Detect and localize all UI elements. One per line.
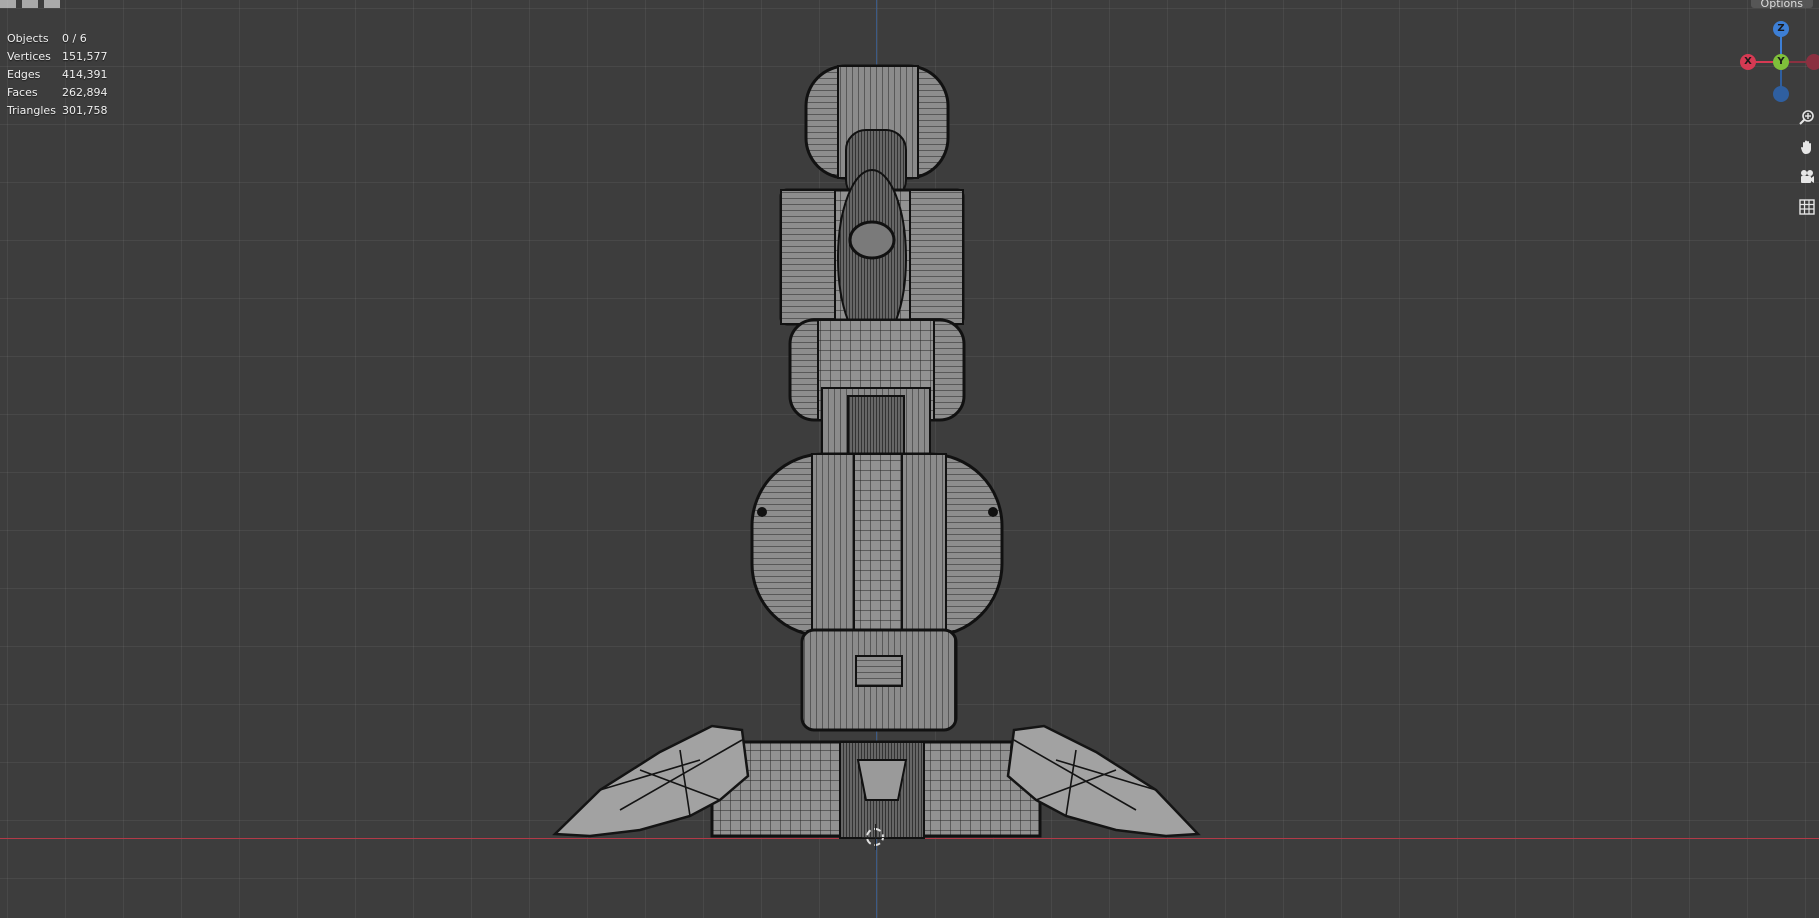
select-subtract-icon[interactable] xyxy=(44,0,60,8)
stat-row-faces: Faces 262,894 xyxy=(7,85,108,103)
3d-cursor[interactable] xyxy=(862,824,888,850)
stat-row-vertices: Vertices 151,577 xyxy=(7,49,108,67)
gizmo-neg-z-axis[interactable] xyxy=(1773,86,1789,102)
grid-perspective-icon[interactable] xyxy=(1796,196,1818,218)
stat-value: 151,577 xyxy=(62,50,108,63)
gizmo-neg-x-axis[interactable] xyxy=(1806,54,1819,70)
stat-label: Edges xyxy=(7,68,41,81)
camera-icon[interactable] xyxy=(1796,166,1818,188)
stat-row-objects: Objects 0 / 6 xyxy=(7,31,108,49)
stat-value: 301,758 xyxy=(62,104,108,117)
pan-hand-icon[interactable] xyxy=(1796,136,1818,158)
stat-row-triangles: Triangles 301,758 xyxy=(7,103,108,121)
stat-label: Triangles xyxy=(7,104,56,117)
zoom-icon[interactable] xyxy=(1796,106,1818,128)
stat-value: 414,391 xyxy=(62,68,108,81)
stat-label: Objects xyxy=(7,32,49,45)
stat-label: Vertices xyxy=(7,50,51,63)
gizmo-x-axis[interactable]: X xyxy=(1740,54,1756,70)
navigation-gizmo[interactable]: Z Y X xyxy=(1738,18,1819,108)
stat-value: 262,894 xyxy=(62,86,108,99)
stat-value: 0 / 6 xyxy=(62,32,87,45)
3d-viewport[interactable] xyxy=(0,0,1819,918)
stat-label: Faces xyxy=(7,86,38,99)
stat-row-edges: Edges 414,391 xyxy=(7,67,108,85)
gizmo-y-axis[interactable]: Y xyxy=(1773,54,1789,70)
select-box-tool-icon[interactable] xyxy=(0,0,16,8)
gizmo-z-axis[interactable]: Z xyxy=(1773,21,1789,37)
header-toolbar xyxy=(0,0,60,8)
select-extend-icon[interactable] xyxy=(22,0,38,8)
options-button[interactable]: Options xyxy=(1750,0,1813,10)
viewport-statistics: Objects 0 / 6 Vertices 151,577 Edges 414… xyxy=(7,31,108,121)
robot-arm-mesh[interactable] xyxy=(0,0,1819,918)
